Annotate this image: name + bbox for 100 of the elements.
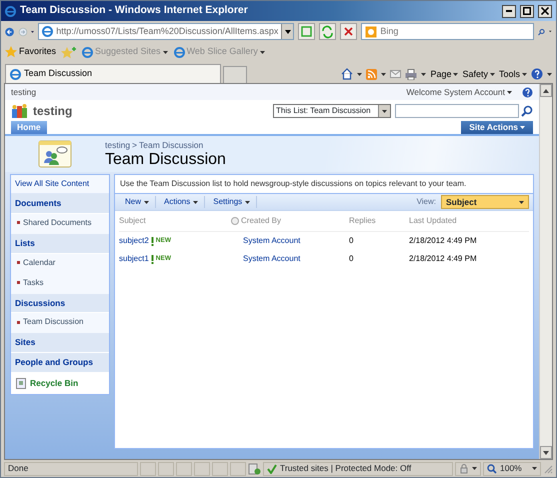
caret-icon xyxy=(162,50,168,54)
caret-icon xyxy=(543,88,549,92)
nav-heading[interactable]: Lists xyxy=(11,234,109,254)
scroll-down-button[interactable] xyxy=(540,446,552,459)
search-icon[interactable] xyxy=(521,105,533,117)
caret-icon xyxy=(549,30,552,33)
command-menu[interactable]: Page xyxy=(430,68,458,81)
minimize-icon xyxy=(506,10,512,12)
bullet-icon xyxy=(17,221,20,224)
site-actions-menu[interactable]: Site Actions xyxy=(461,121,533,134)
view-label: View: xyxy=(416,196,436,208)
dropdown-icon[interactable] xyxy=(31,30,34,34)
minimize-button[interactable] xyxy=(502,4,516,18)
caret-icon xyxy=(382,110,387,112)
caret-icon xyxy=(381,72,386,76)
welcome-menu[interactable]: Welcome System Account xyxy=(406,86,512,98)
status-pane xyxy=(230,462,246,476)
search-provider-icon xyxy=(365,26,378,38)
table-cell: 0 xyxy=(349,253,354,265)
address-field[interactable]: http://umoss07/Lists/Team%20Discussion/AllItems.aspx xyxy=(38,23,294,40)
breadcrumb-separator: > xyxy=(132,138,138,152)
discussion-icon xyxy=(38,140,72,168)
sort-icon xyxy=(231,217,239,225)
home-icon[interactable] xyxy=(341,68,354,80)
nav-heading[interactable]: People and Groups xyxy=(11,353,109,373)
status-text: Done xyxy=(8,462,28,475)
caret-icon xyxy=(453,72,458,76)
toolbar-menu[interactable]: Settings xyxy=(207,196,258,208)
page-title: Team Discussion xyxy=(105,151,226,170)
browser-icon xyxy=(174,46,185,58)
browser-icon xyxy=(42,26,54,37)
command-menu[interactable]: Safety xyxy=(462,68,495,81)
nav-link[interactable]: Team Discussion xyxy=(11,313,109,334)
breadcrumb-link[interactable]: testing xyxy=(105,138,130,152)
nav-link[interactable]: Calendar xyxy=(11,254,109,274)
caret-icon xyxy=(520,126,525,129)
favorites-button[interactable]: Favorites xyxy=(5,45,56,59)
caret-icon xyxy=(472,467,477,470)
table-cell: 2/18/2012 4:49 PM xyxy=(409,235,477,247)
nav-heading[interactable]: Documents xyxy=(11,194,109,214)
caret-icon xyxy=(507,90,512,94)
scroll-up-button[interactable] xyxy=(540,84,552,97)
nav-link[interactable]: Tasks xyxy=(11,274,109,294)
caret-icon xyxy=(193,200,198,204)
caret-icon xyxy=(245,200,250,204)
status-pane xyxy=(176,462,192,476)
security-zone-text: Trusted sites | Protected Mode: Off xyxy=(280,462,412,475)
toolbar-menu[interactable]: Actions xyxy=(158,196,206,208)
caret-icon xyxy=(490,72,495,76)
exclamation-icon xyxy=(150,236,154,246)
status-pane xyxy=(140,462,156,476)
command-menu[interactable]: Tools xyxy=(498,68,527,81)
window-title: Team Discussion - Windows Internet Explorer xyxy=(20,3,249,18)
subject-link[interactable]: subject1 xyxy=(119,253,149,265)
refresh-button[interactable] xyxy=(319,23,336,40)
breadcrumb-link[interactable]: Team Discussion xyxy=(139,138,204,152)
recycle-bin-link[interactable]: Recycle Bin xyxy=(11,372,109,394)
exclamation-icon xyxy=(150,254,154,264)
author-link[interactable]: System Account xyxy=(243,235,300,247)
toolbar-menu[interactable]: New xyxy=(119,196,156,208)
site-title: testing xyxy=(33,103,74,120)
dropdown-icon[interactable] xyxy=(284,30,291,34)
status-pane xyxy=(158,462,174,476)
view-dropdown[interactable]: Subject xyxy=(441,195,529,209)
scope-dropdown[interactable]: This List: Team Discussion xyxy=(273,104,391,118)
recycle-bin-icon xyxy=(16,378,26,389)
browser-icon xyxy=(10,68,21,80)
browser-icon xyxy=(5,6,16,16)
caret-icon xyxy=(547,72,552,76)
bullet-icon xyxy=(17,320,20,324)
site-link[interactable]: testing xyxy=(11,86,406,98)
print-icon[interactable] xyxy=(405,68,418,80)
status-pane xyxy=(194,462,210,476)
bullet-icon xyxy=(17,261,20,264)
author-link[interactable]: System Account xyxy=(243,253,300,265)
subject-link[interactable]: subject2 xyxy=(119,235,149,247)
caret-icon xyxy=(421,72,426,76)
search-field[interactable] xyxy=(395,104,519,118)
stop-button[interactable] xyxy=(340,23,358,40)
caret-icon xyxy=(519,200,524,204)
help-icon[interactable] xyxy=(531,68,543,80)
nav-heading[interactable]: Discussions xyxy=(11,294,109,314)
table-cell: 0 xyxy=(349,235,354,247)
all-content-link[interactable]: View All Site Content xyxy=(11,175,109,194)
site-logo-icon xyxy=(11,104,29,118)
maximize-button[interactable] xyxy=(520,4,534,18)
star-icon xyxy=(5,46,17,58)
help-icon[interactable] xyxy=(522,86,533,98)
caret-icon xyxy=(260,50,265,54)
nav-heading[interactable]: Sites xyxy=(11,333,109,353)
search-box[interactable]: Bing xyxy=(361,23,534,40)
nav-link[interactable]: Shared Documents xyxy=(11,214,109,234)
protected-mode-button[interactable] xyxy=(455,462,481,476)
caret-icon xyxy=(522,72,527,76)
table-cell: 2/18/2012 4:49 PM xyxy=(409,253,477,265)
close-button[interactable] xyxy=(538,4,552,18)
caret-icon xyxy=(144,200,150,204)
caret-icon xyxy=(532,467,537,470)
zoom-button[interactable]: 100% xyxy=(483,462,541,476)
browser-tab[interactable]: Team Discussion xyxy=(5,64,221,83)
